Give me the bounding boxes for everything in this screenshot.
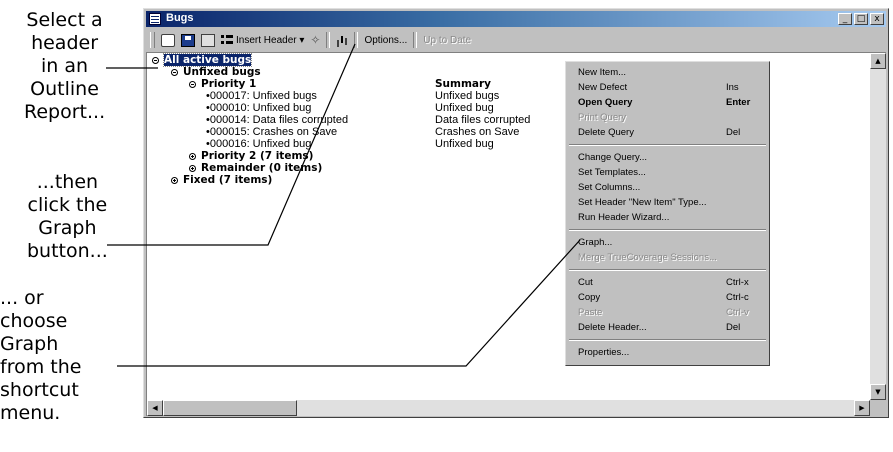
leader-line-graph-button <box>107 43 356 246</box>
leader-line-graph-menu <box>117 239 581 367</box>
callout-leader-lines <box>106 43 581 367</box>
